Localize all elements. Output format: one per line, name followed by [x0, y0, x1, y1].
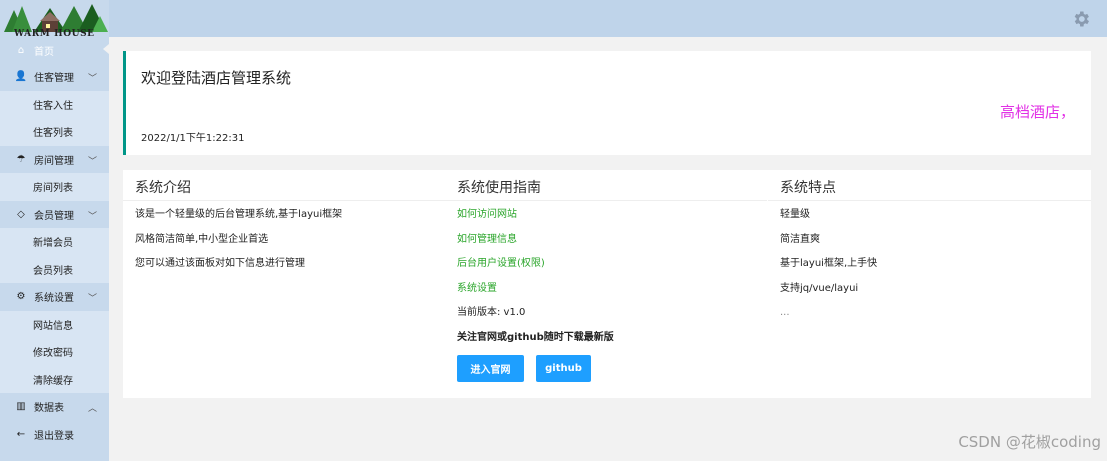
sidebar-item-label: 数据表: [34, 403, 64, 415]
sidebar-item-add-member[interactable]: 新增会员: [0, 228, 109, 256]
guide-link-system-settings[interactable]: 系统设置: [457, 282, 767, 307]
sidebar-item-label: 会员管理: [34, 210, 74, 222]
features-column: 系统特点 轻量级 简洁直爽 基于layui框架,上手快 支持jq/vue/lay…: [768, 170, 1091, 398]
user-icon: 👤: [14, 71, 28, 83]
sidebar-item-logout[interactable]: ← 退出登录: [0, 421, 109, 449]
info-card: 系统介绍 该是一个轻量级的后台管理系统,基于layui框架 风格简洁简单,中小型…: [123, 170, 1091, 398]
sidebar-item-label: 房间管理: [34, 155, 74, 167]
sidebar-item-label: 修改密码: [33, 348, 73, 360]
chevron-down-icon: ﹀: [87, 294, 97, 304]
sidebar-item-label: 住客入住: [33, 100, 73, 112]
guide-link-user-settings[interactable]: 后台用户设置(权限): [457, 257, 767, 282]
feature-item: 基于layui框架,上手快: [780, 258, 878, 269]
guide-buttons: 进入官网 github: [457, 355, 767, 382]
sidebar-item-clear-cache[interactable]: 清除缓存: [0, 365, 109, 393]
sidebar-item-member-list[interactable]: 会员列表: [0, 255, 109, 283]
feature-item: 支持jq/vue/layui: [780, 282, 859, 294]
intro-title: 系统介绍: [123, 170, 445, 201]
sidebar-item-label: 会员列表: [33, 265, 73, 277]
chevron-down-icon: ﹀: [87, 156, 97, 167]
sidebar-item-label: 房间列表: [33, 183, 73, 195]
gear-icon[interactable]: [1071, 9, 1091, 29]
sidebar-menu: ⌂ 首页 👤 住客管理 ﹀ 住客入住 住客列表 ☂ 房间管理 ﹀ 房间列表 ◇ …: [0, 37, 109, 448]
sidebar-group-datatable[interactable]: ▥ 数据表 ︿: [0, 393, 109, 421]
sidebar-item-site-info[interactable]: 网站信息: [0, 310, 109, 338]
intro-line: 您可以通过该面板对如下信息进行管理: [135, 258, 305, 269]
guide-link-manage-info[interactable]: 如何管理信息: [457, 233, 767, 258]
sidebar-group-settings[interactable]: ⚙ 系统设置 ﹀: [0, 283, 109, 311]
current-time: 2022/1/1下午1:22:31: [141, 133, 245, 144]
feature-item: ...: [780, 307, 790, 318]
top-header: [0, 0, 1107, 37]
sidebar: WARM HOUSE ⌂ 首页 👤 住客管理 ﹀ 住客入住 住客列表 ☂ 房间管…: [0, 0, 109, 461]
sidebar-item-guest-list[interactable]: 住客列表: [0, 118, 109, 146]
guide-column: 系统使用指南 如何访问网站 如何管理信息 后台用户设置(权限) 系统设置 当前版…: [445, 170, 767, 398]
chevron-down-icon: ﹀: [87, 211, 97, 222]
sidebar-item-label: 新增会员: [33, 238, 73, 250]
intro-column: 系统介绍 该是一个轻量级的后台管理系统,基于layui框架 风格简洁简单,中小型…: [123, 170, 445, 398]
github-button[interactable]: github: [536, 355, 591, 382]
sidebar-item-label: 住客列表: [33, 128, 73, 140]
sidebar-item-label: 退出登录: [34, 430, 74, 442]
intro-line: 该是一个轻量级的后台管理系统,基于layui框架: [135, 209, 343, 220]
home-icon: ⌂: [17, 44, 25, 56]
features-title: 系统特点: [768, 170, 1091, 201]
sidebar-item-label: 网站信息: [33, 320, 73, 332]
sidebar-group-members[interactable]: ◇ 会员管理 ﹀: [0, 201, 109, 229]
sidebar-item-label: 系统设置: [34, 293, 74, 305]
official-site-button[interactable]: 进入官网: [457, 355, 524, 382]
table-icon: ▥: [16, 401, 26, 413]
guide-link-visit-site[interactable]: 如何访问网站: [457, 208, 767, 233]
sidebar-group-rooms[interactable]: ☂ 房间管理 ﹀: [0, 146, 109, 174]
sidebar-item-change-password[interactable]: 修改密码: [0, 338, 109, 366]
sidebar-item-checkin[interactable]: 住客入住: [0, 90, 109, 118]
arrow-left-icon: ←: [16, 428, 26, 440]
palm-tree-icon: ☂: [16, 153, 26, 165]
sidebar-group-guests[interactable]: 👤 住客管理 ﹀: [0, 63, 109, 91]
sidebar-item-room-list[interactable]: 房间列表: [0, 173, 109, 201]
chevron-up-icon: ︿: [87, 404, 97, 414]
sidebar-item-label: 清除缓存: [33, 375, 73, 387]
download-notice: 关注官网或github随时下载最新版: [457, 331, 614, 343]
feature-item: 简洁直爽: [780, 233, 820, 245]
welcome-card: 欢迎登陆酒店管理系统 高档酒店， 2022/1/1下午1:22:31: [123, 51, 1091, 155]
sidebar-item-home[interactable]: ⌂ 首页: [0, 37, 109, 63]
feature-item: 轻量级: [780, 209, 810, 220]
welcome-slogan: 高档酒店，: [999, 103, 1075, 121]
version-text: 当前版本: v1.0: [457, 307, 526, 318]
sidebar-item-label: 首页: [34, 46, 54, 58]
intro-line: 风格简洁简单,中小型企业首选: [135, 233, 269, 245]
settings-icon: ⚙: [16, 291, 26, 303]
guide-title: 系统使用指南: [445, 170, 767, 201]
sidebar-item-label: 住客管理: [34, 73, 74, 85]
watermark: CSDN @花椒coding: [958, 433, 1101, 451]
chevron-down-icon: ﹀: [87, 74, 97, 84]
welcome-title: 欢迎登陆酒店管理系统: [141, 69, 292, 87]
diamond-icon: ◇: [17, 208, 25, 220]
